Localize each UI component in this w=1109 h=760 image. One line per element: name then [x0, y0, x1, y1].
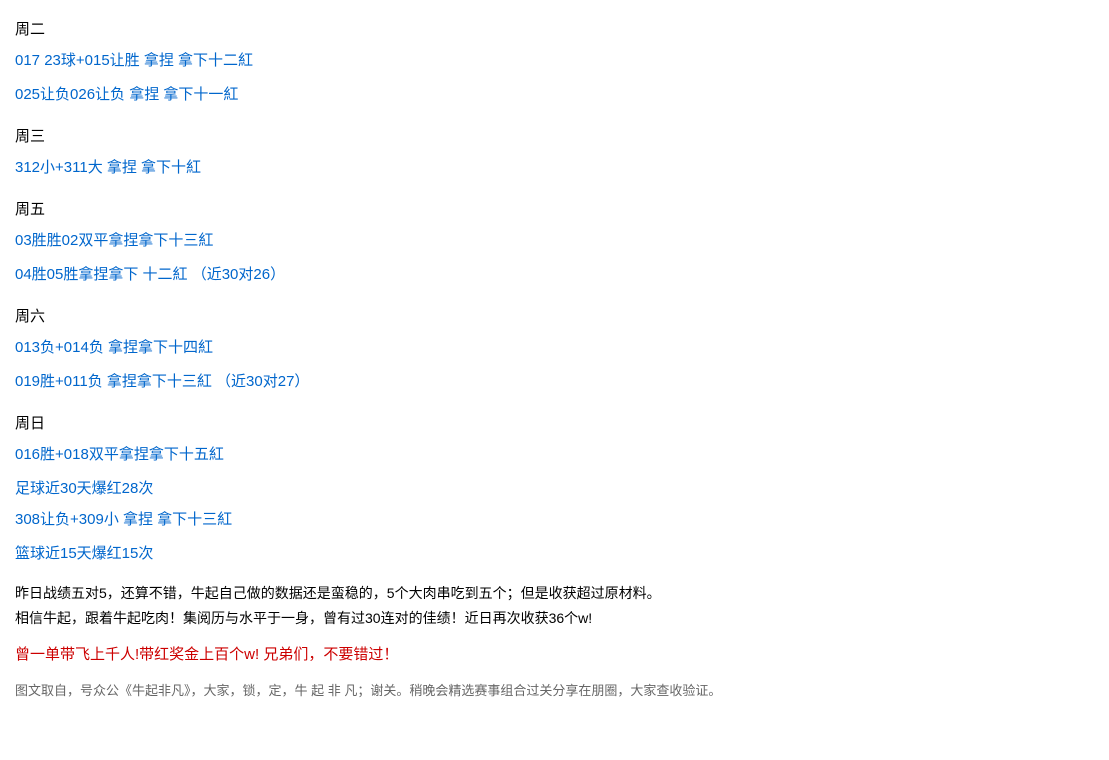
record-10: 308让负+309小 拿捏 拿下十三紅	[15, 508, 1094, 532]
section-day-7: 周日 016胜+018双平拿捏拿下十五紅 足球近30天爆红28次 308让负+3…	[15, 412, 1094, 563]
section-day-5: 周五 03胜胜02双平拿捏拿下十三紅 04胜05胜拿捏拿下 十二紅 （近30对2…	[15, 198, 1094, 287]
record-1: 017 23球+015让胜 拿捏 拿下十二紅	[15, 49, 1094, 73]
record-4: 03胜胜02双平拿捏拿下十三紅	[15, 229, 1094, 253]
record-5: 04胜05胜拿捏拿下 十二紅 （近30对26）	[15, 263, 1094, 287]
desc-line-2: 相信牛起，跟着牛起吃肉！集阅历与水平于一身，曾有过30连对的佳绩！近日再次收获3…	[15, 606, 1094, 631]
stat-football: 足球近30天爆红28次	[15, 477, 1094, 498]
stat-basketball: 篮球近15天爆红15次	[15, 542, 1094, 563]
highlight-line: 曾一单带飞上千人!带红奖金上百个w! 兄弟们，不要错过！	[15, 643, 1094, 664]
record-8: 016胜+018双平拿捏拿下十五紅	[15, 443, 1094, 467]
record-7: 019胜+011负 拿捏拿下十三紅 （近30对27）	[15, 370, 1094, 394]
day-header-7: 周日	[15, 412, 1094, 433]
day-header-2: 周二	[15, 18, 1094, 39]
section-day-3: 周三 312小+311大 拿捏 拿下十紅	[15, 125, 1094, 180]
page-container: 周二 017 23球+015让胜 拿捏 拿下十二紅 025让负026让负 拿捏 …	[15, 18, 1094, 699]
footer-text: 图文取自，号众公《牛起非凡》，大家，锁，定，牛 起 非 凡；谢关。稍晚会精选赛事…	[15, 680, 1094, 699]
description-block: 昨日战绩五对5，还算不错，牛起自己做的数据还是蛮稳的，5个大肉串吃到五个；但是收…	[15, 581, 1094, 631]
record-2: 025让负026让负 拿捏 拿下十一紅	[15, 83, 1094, 107]
section-day-6: 周六 013负+014负 拿捏拿下十四紅 019胜+011负 拿捏拿下十三紅 （…	[15, 305, 1094, 394]
day-header-5: 周五	[15, 198, 1094, 219]
section-day-2: 周二 017 23球+015让胜 拿捏 拿下十二紅 025让负026让负 拿捏 …	[15, 18, 1094, 107]
record-3: 312小+311大 拿捏 拿下十紅	[15, 156, 1094, 180]
day-header-3: 周三	[15, 125, 1094, 146]
record-6: 013负+014负 拿捏拿下十四紅	[15, 336, 1094, 360]
desc-line-1: 昨日战绩五对5，还算不错，牛起自己做的数据还是蛮稳的，5个大肉串吃到五个；但是收…	[15, 581, 1094, 606]
day-header-6: 周六	[15, 305, 1094, 326]
